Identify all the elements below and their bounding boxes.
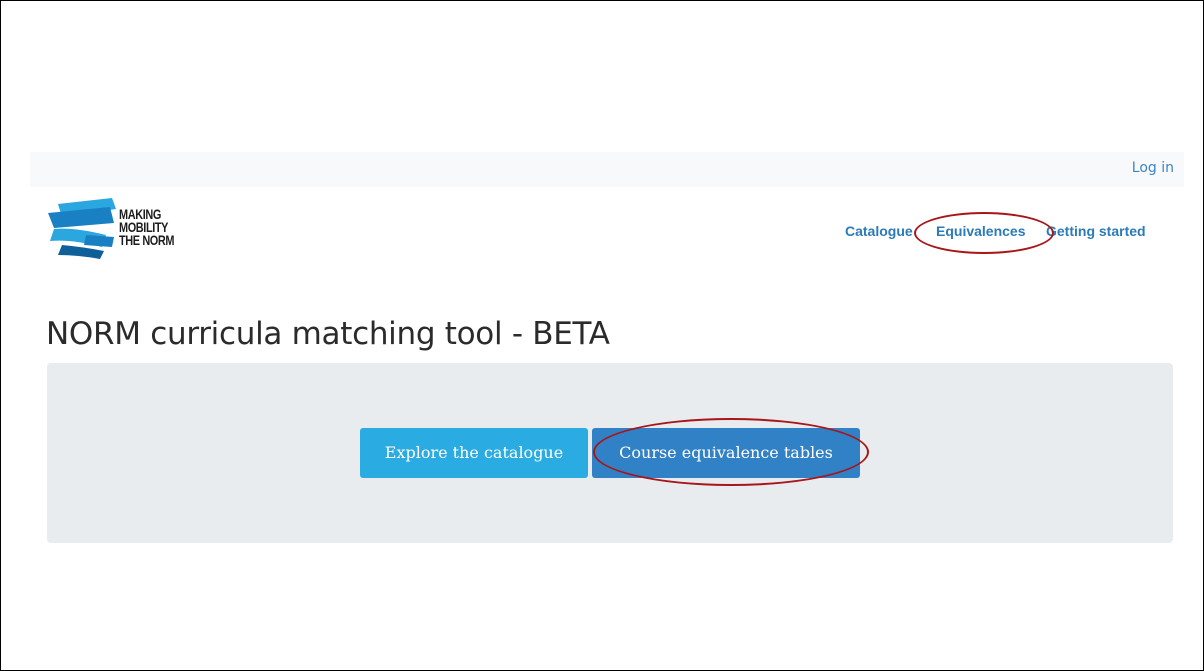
logo-line-3: THE NORM [119,232,175,248]
top-bar: Log in [30,152,1184,187]
page-title: NORM curricula matching tool - BETA [46,316,610,352]
nav-catalogue[interactable]: Catalogue [845,223,913,239]
nav-equivalences[interactable]: Equivalences [936,223,1026,239]
login-link[interactable]: Log in [1132,160,1174,176]
explore-catalogue-button[interactable]: Explore the catalogue [360,428,588,478]
course-equivalence-tables-button[interactable]: Course equivalence tables [592,428,860,478]
logo-wordmark: MAKING MOBILITY THE NORM [119,207,175,248]
nav-getting-started[interactable]: Getting started [1046,223,1146,239]
